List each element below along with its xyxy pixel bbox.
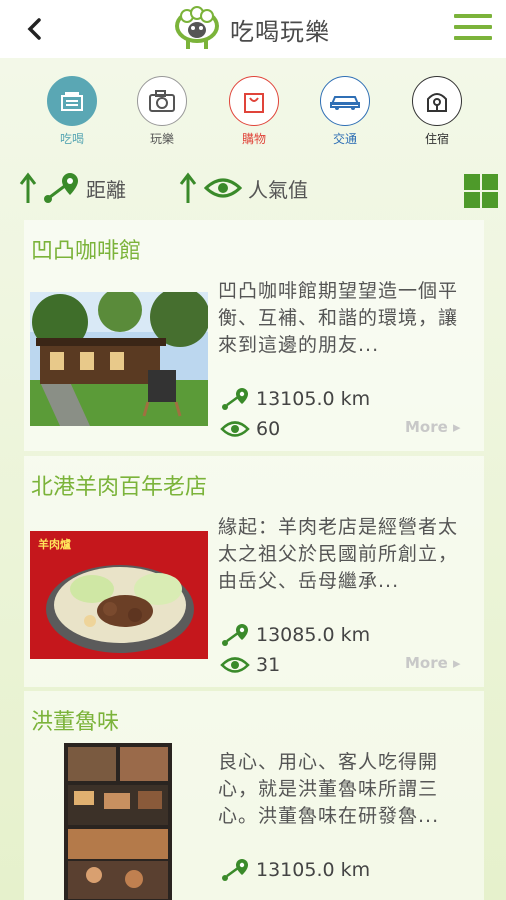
page-title: 吃喝玩樂 — [230, 17, 330, 46]
chevron-right-icon: ▸ — [453, 418, 461, 436]
hamburger-menu-icon[interactable] — [454, 14, 492, 44]
eye-icon — [204, 178, 242, 198]
category-label: 購物 — [241, 132, 266, 146]
category-tab-shopping[interactable]: 購物 — [219, 76, 289, 147]
route-pin-icon — [222, 388, 248, 410]
car-icon — [320, 76, 370, 126]
eye-icon — [220, 421, 250, 437]
main-content: 吃喝 玩樂 購物 交通 住宿 距離 人氣值 凹凸咖啡館 凹凸咖啡館期望望造一個平… — [0, 58, 506, 900]
sort-by-popularity[interactable]: 人氣值 — [178, 171, 308, 205]
place-name: 北港羊肉百年老店 — [31, 475, 208, 500]
header-title-group: 吃喝玩樂 — [172, 6, 330, 52]
category-tab-play[interactable]: 玩樂 — [127, 76, 197, 147]
distance-value: 13105.0 km — [256, 859, 371, 881]
views-row: 60 — [220, 418, 280, 440]
arrow-up-icon — [179, 172, 197, 203]
arrow-up-icon — [19, 172, 37, 203]
more-link[interactable]: More ▸ — [405, 654, 461, 672]
app-header: 吃喝玩樂 — [0, 0, 506, 58]
shopping-bag-icon — [229, 76, 279, 126]
restaurant-icon — [47, 76, 97, 126]
views-value: 31 — [256, 654, 281, 676]
eye-icon — [220, 657, 250, 673]
distance-value: 13085.0 km — [256, 624, 371, 646]
category-label: 交通 — [332, 132, 357, 146]
image-caption: 羊肉爐 — [38, 538, 71, 551]
category-label: 住宿 — [424, 132, 449, 146]
category-label: 玩樂 — [149, 132, 174, 146]
distance-row: 13105.0 km — [220, 386, 370, 412]
lodging-icon — [412, 76, 462, 126]
place-description: 緣起：羊肉老店是經營者太太之祖父於民國前所創立，由岳父、岳母繼承... — [218, 516, 459, 592]
category-tab-food[interactable]: 吃喝 — [37, 76, 107, 147]
category-tab-lodging[interactable]: 住宿 — [402, 76, 472, 147]
chevron-left-icon[interactable] — [22, 14, 48, 44]
sort-by-distance[interactable]: 距離 — [18, 171, 126, 205]
sort-distance-label: 距離 — [86, 177, 126, 202]
place-card[interactable]: 北港羊肉百年老店 羊肉爐 緣起：羊肉老店是經營者太太之祖父於民國前所創立，由岳父… — [24, 456, 484, 687]
place-description: 凹凸咖啡館期望望造一個平衡、互補、和諧的環境，讓來到這邊的朋友... — [218, 280, 459, 356]
camera-icon — [137, 76, 187, 126]
route-pin-icon — [222, 624, 248, 646]
distance-value: 13105.0 km — [256, 388, 371, 410]
views-value: 60 — [256, 418, 281, 440]
route-pin-icon — [222, 859, 248, 881]
more-link[interactable]: More ▸ — [405, 418, 461, 436]
grid-view-icon[interactable] — [464, 174, 498, 208]
route-pin-icon — [44, 173, 78, 203]
place-name: 凹凸咖啡館 — [31, 239, 142, 264]
place-photo — [30, 292, 208, 426]
place-card[interactable]: 洪董魯味 良心、用心、客人吃得開心，就是洪董魯味所謂三心。洪董魯味在研發魯...… — [24, 691, 484, 900]
place-description: 良心、用心、客人吃得開心，就是洪董魯味所謂三心。洪董魯味在研發魯... — [218, 751, 440, 827]
category-tab-transport[interactable]: 交通 — [310, 76, 380, 147]
views-row: 31 — [220, 654, 280, 676]
place-card[interactable]: 凹凸咖啡館 凹凸咖啡館期望望造一個平衡、互補、和諧的環境，讓來到這邊的朋友...… — [24, 220, 484, 451]
distance-row: 13085.0 km — [220, 622, 370, 648]
sort-popularity-label: 人氣值 — [248, 177, 308, 202]
distance-row: 13105.0 km — [220, 857, 370, 883]
chevron-right-icon: ▸ — [453, 654, 461, 672]
sheep-logo-icon — [175, 6, 219, 49]
place-name: 洪董魯味 — [31, 710, 120, 735]
category-label: 吃喝 — [59, 132, 84, 146]
place-photo — [64, 743, 172, 900]
